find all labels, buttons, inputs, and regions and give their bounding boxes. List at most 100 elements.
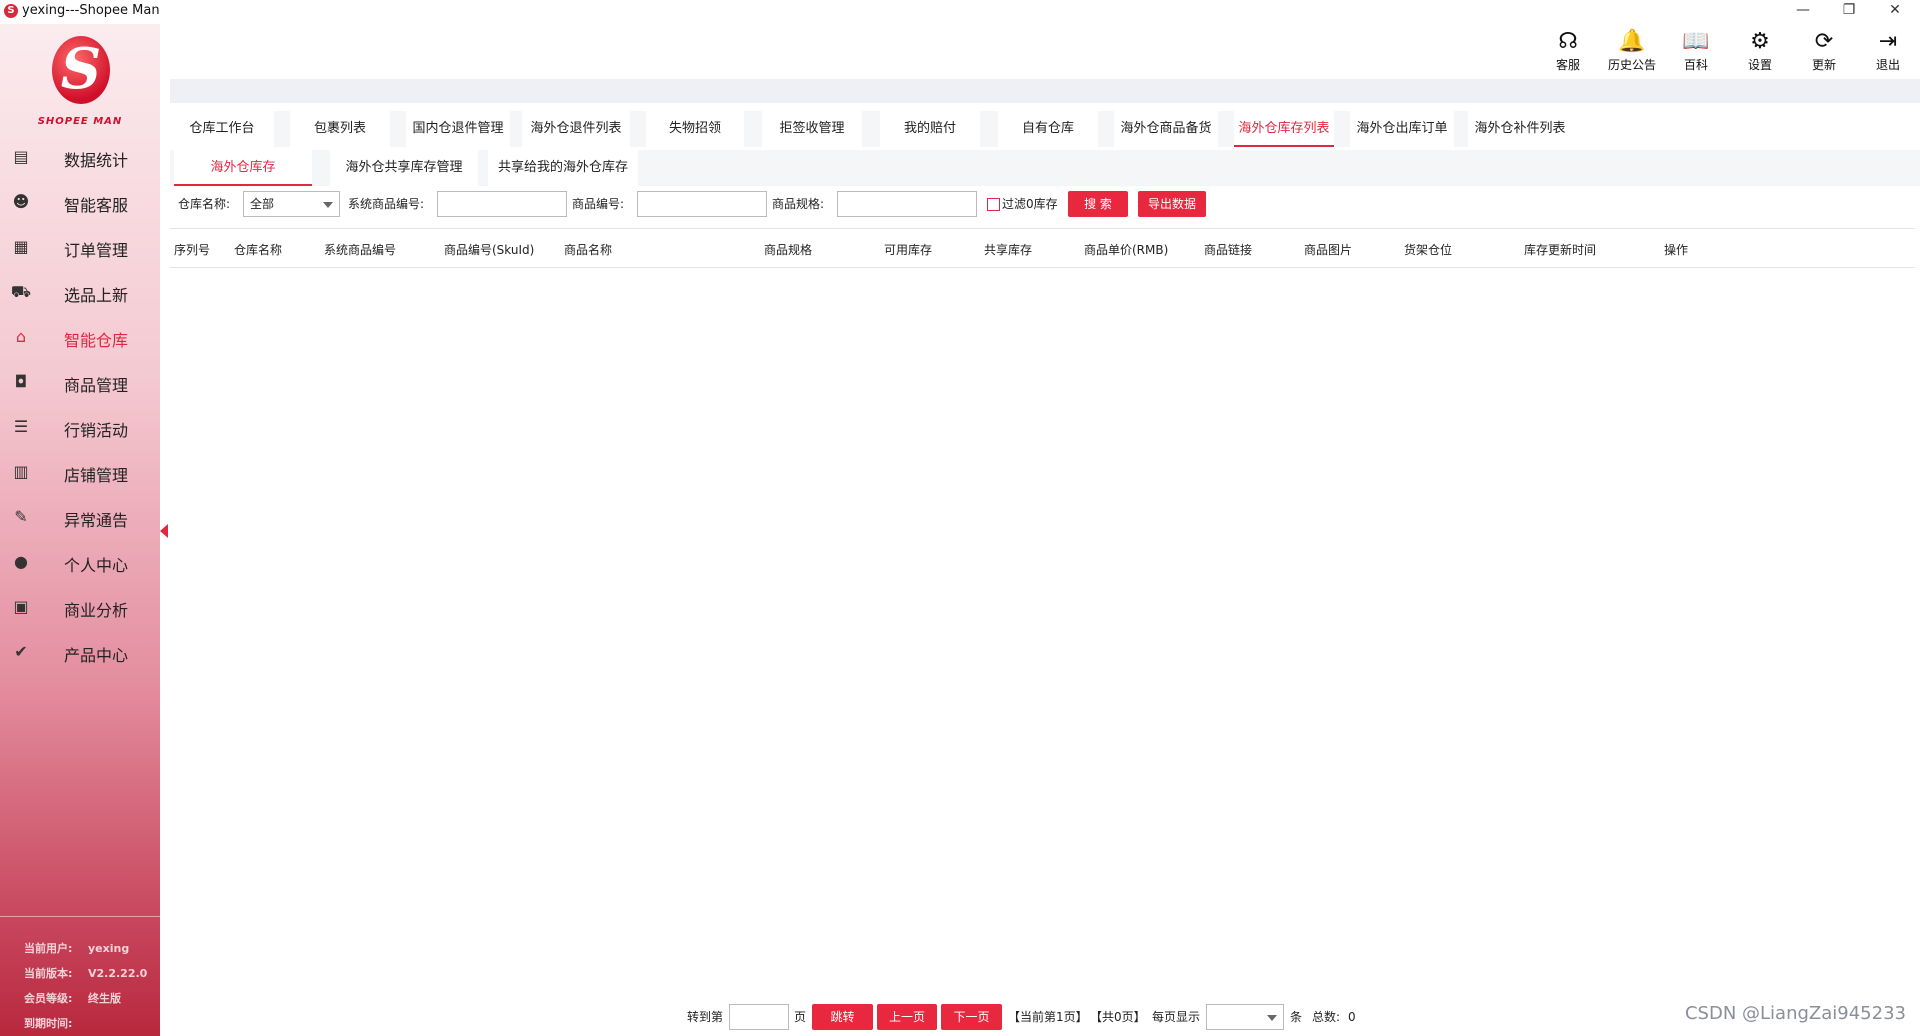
per-page-label: 每页显示 [1152,1010,1201,1024]
sidebar-item-label: 数据统计 [64,151,129,170]
sidebar-item-exceptions[interactable]: ✎ 异常通告 [0,494,160,539]
sidebar-item-product-center[interactable]: ✔ 产品中心 [0,629,160,674]
tab-own-warehouse[interactable]: 自有仓库 [998,111,1098,147]
next-page-button[interactable]: 下一页 [941,1004,1002,1030]
current-page-label: 【当前第1页】 [1008,1010,1088,1024]
alert-doc-icon: ✎ [14,507,28,526]
tab-my-compensation[interactable]: 我的赔付 [880,111,980,147]
tab-lost-found[interactable]: 失物招领 [646,111,744,147]
list-icon: ☰ [13,417,29,436]
logout-button[interactable]: ⇥ 退出 [1860,28,1916,73]
column-header: 商品规格 [764,243,813,257]
tab-warehouse-workbench[interactable]: 仓库工作台 [170,111,274,147]
logout-icon: ⇥ [1878,29,1898,54]
chevron-down-icon [323,202,333,208]
bag-icon: ◘ [14,372,28,391]
tab-overseas-reissue[interactable]: 海外仓补件列表 [1468,111,1572,147]
product-spec-label: 商品规格: [772,197,825,211]
title-bar: S yexing---Shopee Man — ❐ ✕ [0,0,1920,24]
warehouse-name-label: 仓库名称: [178,197,231,211]
sidebar-item-smart-warehouse[interactable]: ⌂ 智能仓库 [0,314,160,359]
inventory-table-header: 序列号 仓库名称 系统商品编号 商品编号(SkuId) 商品名称 商品规格 可用… [170,228,1915,268]
tab-shared-to-me-inventory[interactable]: 共享给我的海外仓库存 [488,150,638,186]
system-code-input[interactable] [437,191,567,217]
tab-rejected-delivery[interactable]: 拒签收管理 [762,111,862,147]
history-notice-button[interactable]: 🔔 历史公告 [1604,28,1660,73]
filter-zero-stock-checkbox[interactable] [987,198,1000,211]
sidebar-item-label: 异常通告 [64,511,129,530]
column-header: 操作 [1664,243,1689,257]
tab-overseas-outbound[interactable]: 海外仓出库订单 [1350,111,1454,147]
customer-service-button[interactable]: ☊ 客服 [1540,28,1596,73]
product-icon: ✔ [14,642,28,661]
per-page-select[interactable] [1206,1004,1284,1030]
minimize-button[interactable]: — [1780,0,1826,22]
tab-package-list[interactable]: 包裹列表 [290,111,390,147]
store-icon: ▥ [13,462,29,481]
goto-page-label: 转到第 [687,1010,724,1024]
sidebar-nav: ▤ 数据统计 ☻ 智能客服 ▦ 订单管理 ⛟ 选品上新 ⌂ 智能仓库 ◘ 商品管… [0,134,160,674]
sidebar-item-orders[interactable]: ▦ 订单管理 [0,224,160,269]
system-code-label: 系统商品编号: [348,197,425,211]
chart-icon: ▤ [13,147,29,166]
headset-icon: ☊ [1558,29,1578,54]
sidebar-item-business-analysis[interactable]: ▣ 商业分析 [0,584,160,629]
refresh-icon: ⟳ [1814,29,1834,54]
sidebar-item-stores[interactable]: ▥ 店铺管理 [0,449,160,494]
sidebar-item-smart-service[interactable]: ☻ 智能客服 [0,179,160,224]
update-button[interactable]: ⟳ 更新 [1796,28,1852,73]
column-header: 商品图片 [1304,243,1353,257]
bell-icon: 🔔 [1618,29,1646,54]
prev-page-button[interactable]: 上一页 [877,1004,937,1030]
sidebar-item-label: 订单管理 [64,241,129,260]
tab-overseas-inventory[interactable]: 海外仓库存 [174,150,312,186]
restore-button[interactable]: ❐ [1826,0,1872,22]
wiki-button[interactable]: 📖 百科 [1668,28,1724,73]
product-code-label: 商品编号: [572,197,625,211]
goto-page-input[interactable] [729,1004,789,1030]
column-header: 可用库存 [884,243,933,257]
tab-overseas-stocking[interactable]: 海外仓商品备货 [1114,111,1218,147]
sidebar-item-data-stats[interactable]: ▤ 数据统计 [0,134,160,179]
sidebar-item-label: 智能仓库 [64,331,129,350]
expire-info: 到期时间: [24,1017,73,1030]
product-spec-input[interactable] [837,191,977,217]
per-page-unit: 条 [1290,1010,1303,1024]
column-header: 货架仓位 [1404,243,1453,257]
gear-icon: ⚙ [1750,29,1770,54]
column-header: 系统商品编号 [324,243,397,257]
close-button[interactable]: ✕ [1872,0,1918,22]
tab-domestic-returns[interactable]: 国内仓退件管理 [406,111,510,147]
sidebar-collapse-arrow-icon[interactable] [160,524,168,538]
column-header: 商品编号(SkuId) [444,243,535,257]
sidebar-item-products[interactable]: ◘ 商品管理 [0,359,160,404]
app-logo: S SHOPEE MAN [34,36,126,128]
cart-icon: ⛟ [10,282,32,301]
settings-button[interactable]: ⚙ 设置 [1732,28,1788,73]
total-count-value: 0 [1348,1010,1356,1024]
sidebar: S SHOPEE MAN ▤ 数据统计 ☻ 智能客服 ▦ 订单管理 ⛟ 选品上新… [0,24,160,1036]
warehouse-select[interactable]: 全部 [243,191,340,217]
watermark: CSDN @LiangZai945233 [1684,1003,1906,1024]
total-count-label: 总数: [1312,1010,1341,1024]
current-user-info: 当前用户: yexing [24,942,130,955]
sidebar-item-personal[interactable]: ● 个人中心 [0,539,160,584]
jump-button[interactable]: 跳转 [812,1004,873,1030]
sidebar-item-marketing[interactable]: ☰ 行销活动 [0,404,160,449]
tab-overseas-returns[interactable]: 海外仓退件列表 [522,111,630,147]
version-info: 当前版本: V2.2.22.0 [24,967,148,980]
product-code-input[interactable] [637,191,767,217]
sidebar-item-label: 选品上新 [64,286,129,305]
sidebar-item-product-selection[interactable]: ⛟ 选品上新 [0,269,160,314]
chevron-down-icon [1267,1015,1277,1021]
tab-overseas-inventory-list[interactable]: 海外仓库存列表 [1234,111,1334,147]
warehouse-icon: ⌂ [15,327,27,346]
column-header: 仓库名称 [234,243,283,257]
document-icon: ▦ [13,237,29,256]
export-data-button[interactable]: 导出数据 [1138,191,1206,217]
tab-overseas-shared-inventory[interactable]: 海外仓共享库存管理 [330,150,478,186]
customer-service-icon: ☻ [12,192,30,211]
sidebar-item-label: 行销活动 [64,421,129,440]
search-button[interactable]: 搜 索 [1068,191,1128,217]
sidebar-item-label: 店铺管理 [64,466,129,485]
